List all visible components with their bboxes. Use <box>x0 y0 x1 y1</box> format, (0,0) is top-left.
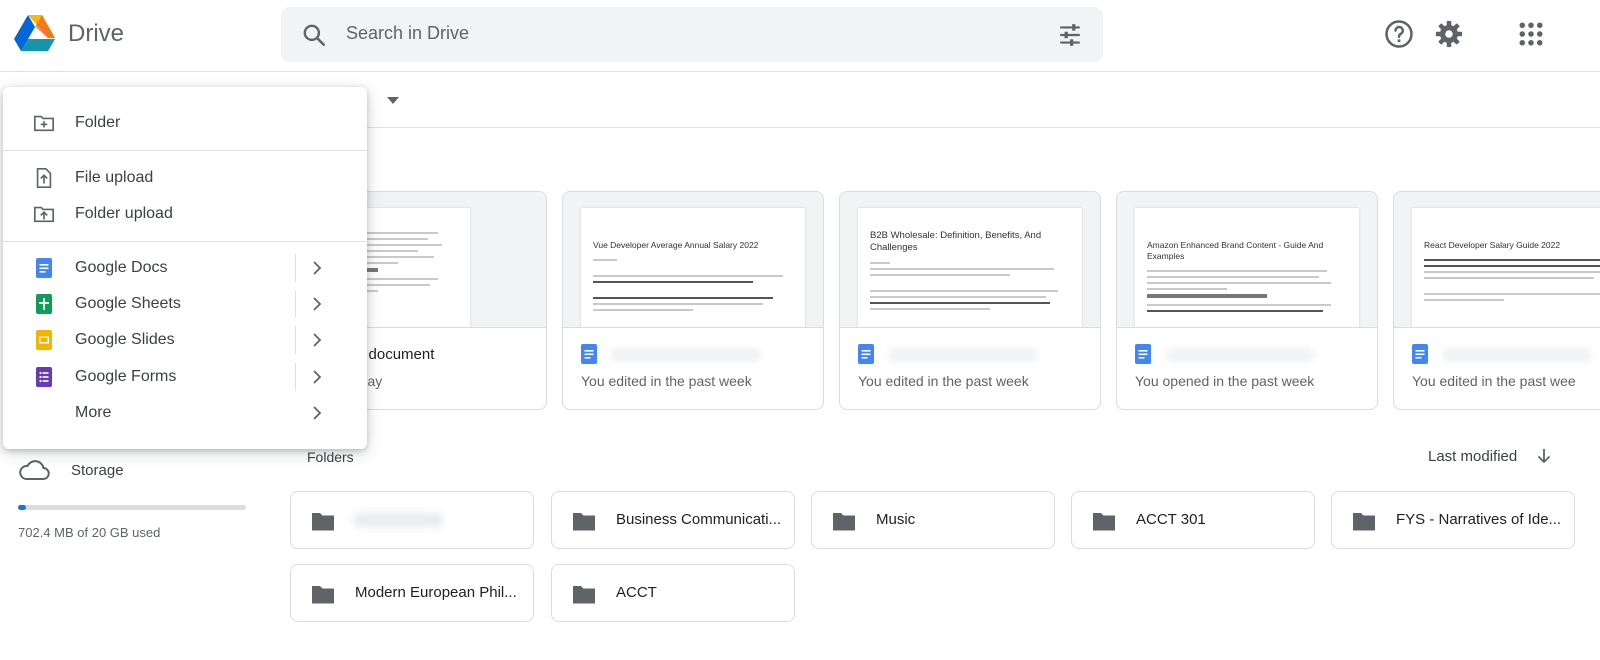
page-title-bar: e <box>290 72 1600 128</box>
google-drive-logo-icon[interactable] <box>14 14 56 54</box>
file-name-redacted <box>888 348 1038 362</box>
folders-section-label: Folders <box>307 449 354 465</box>
chevron-right-icon[interactable] <box>311 261 323 275</box>
menu-item-label: Folder upload <box>75 205 173 222</box>
folder-tile[interactable]: Modern European Phil... <box>290 564 534 622</box>
document-preview-title: React Developer Salary Guide 2022 <box>1424 240 1561 250</box>
file-name-redacted <box>611 348 761 362</box>
storage-usage-bar <box>18 505 246 510</box>
file-activity: You opened in the past week <box>1135 373 1315 389</box>
file-thumbnail: React Developer Salary Guide 2022 <box>1394 192 1600 328</box>
file-card[interactable]: Amazon Enhanced Brand Content - Guide An… <box>1116 191 1378 410</box>
file-thumbnail: Amazon Enhanced Brand Content - Guide An… <box>1117 192 1377 328</box>
storage-label[interactable]: Storage <box>71 462 124 479</box>
menu-item-separator <box>295 326 296 354</box>
menu-item-separator <box>295 363 296 391</box>
search-icon[interactable] <box>301 22 327 48</box>
document-preview-title: B2B Wholesale: Definition, Benefits, And… <box>870 230 1042 253</box>
menu-item-label: More <box>75 404 112 421</box>
folder-icon <box>573 586 595 604</box>
folder-icon <box>312 513 334 531</box>
menu-item-label: Folder <box>75 114 121 131</box>
sort-direction-arrow-icon[interactable] <box>1535 447 1553 465</box>
folder-icon <box>312 586 334 604</box>
document-preview-title: Amazon Enhanced Brand Content - Guide An… <box>1147 240 1324 261</box>
google-sheets-icon <box>36 294 52 314</box>
folder-tile[interactable]: FYS - Narratives of Ide... <box>1331 491 1575 549</box>
file-activity: You edited in the past week <box>858 373 1029 389</box>
document-preview-title: Vue Developer Average Annual Salary 2022 <box>593 240 759 250</box>
file-name-redacted <box>1165 348 1315 362</box>
menu-item-label: Google Slides <box>75 331 175 348</box>
chevron-right-icon[interactable] <box>311 333 323 347</box>
file-card[interactable]: B2B Wholesale: Definition, Benefits, And… <box>839 191 1101 410</box>
menu-item-label: File upload <box>75 169 154 186</box>
menu-item-separator <box>295 254 296 282</box>
folder-name: ACCT 301 <box>1136 511 1206 528</box>
menu-item-more[interactable]: More <box>3 395 367 431</box>
menu-item-separator <box>295 290 296 318</box>
menu-item-label: Google Forms <box>75 368 177 385</box>
google-docs-icon <box>1135 344 1151 364</box>
folder-icon <box>1093 513 1115 531</box>
new-item-menu: Folder File upload Folder upload Google … <box>3 87 367 449</box>
top-app-bar: Drive Search in Drive <box>0 0 1600 72</box>
file-activity: You edited in the past week <box>581 373 752 389</box>
folder-icon <box>1353 513 1375 531</box>
menu-item-folder[interactable]: Folder <box>3 105 367 141</box>
google-slides-icon <box>36 330 52 350</box>
chevron-right-icon[interactable] <box>311 370 323 384</box>
search-bar[interactable]: Search in Drive <box>281 7 1103 62</box>
folder-name-redacted <box>353 513 443 527</box>
storage-usage-text: 702.4 MB of 20 GB used <box>18 525 161 540</box>
file-upload-icon <box>36 168 52 188</box>
menu-item-folder-upload[interactable]: Folder upload <box>3 196 367 232</box>
help-icon[interactable] <box>1384 19 1414 49</box>
menu-divider <box>3 241 367 242</box>
menu-item-google-sheets[interactable]: Google Sheets <box>3 286 367 322</box>
folder-name: Modern European Phil... <box>355 584 517 601</box>
chevron-right-icon[interactable] <box>311 297 323 311</box>
file-name-redacted <box>1442 348 1592 362</box>
sort-button[interactable]: Last modified <box>1428 448 1517 465</box>
menu-item-google-forms[interactable]: Google Forms <box>3 359 367 395</box>
file-card[interactable]: Vue Developer Average Annual Salary 2022… <box>562 191 824 410</box>
folder-upload-icon <box>34 206 54 223</box>
menu-item-label: Google Docs <box>75 259 168 276</box>
chevron-down-icon[interactable] <box>386 95 400 105</box>
chevron-right-icon[interactable] <box>311 406 323 420</box>
folder-add-icon <box>34 115 54 132</box>
file-thumbnail: Vue Developer Average Annual Salary 2022 <box>563 192 823 328</box>
menu-item-label: Google Sheets <box>75 295 181 312</box>
google-docs-icon <box>858 344 874 364</box>
folder-name: FYS - Narratives of Ide... <box>1396 511 1562 528</box>
apps-grid-icon[interactable] <box>1516 19 1546 49</box>
menu-item-file-upload[interactable]: File upload <box>3 160 367 196</box>
folder-icon <box>833 513 855 531</box>
google-docs-icon <box>581 344 597 364</box>
file-activity: You edited in the past wee <box>1412 373 1576 389</box>
search-input[interactable]: Search in Drive <box>346 23 469 44</box>
settings-gear-icon[interactable] <box>1434 19 1464 49</box>
menu-divider <box>3 150 367 151</box>
file-thumbnail: B2B Wholesale: Definition, Benefits, And… <box>840 192 1100 328</box>
file-card[interactable]: React Developer Salary Guide 2022 You ed… <box>1393 191 1600 410</box>
folder-tile[interactable] <box>290 491 534 549</box>
menu-item-google-docs[interactable]: Google Docs <box>3 250 367 286</box>
folder-tile[interactable]: ACCT 301 <box>1071 491 1315 549</box>
folder-icon <box>573 513 595 531</box>
google-docs-icon <box>36 258 52 278</box>
folder-name: Music <box>876 511 916 528</box>
folder-name: ACCT <box>616 584 657 601</box>
folder-tile[interactable]: ACCT <box>551 564 795 622</box>
google-docs-icon <box>1412 344 1428 364</box>
menu-item-google-slides[interactable]: Google Slides <box>3 322 367 358</box>
google-forms-icon <box>36 367 52 387</box>
folder-tile[interactable]: Business Communicati... <box>551 491 795 549</box>
folder-tile[interactable]: Music <box>811 491 1055 549</box>
app-name[interactable]: Drive <box>68 20 124 48</box>
search-options-icon[interactable] <box>1057 22 1083 48</box>
cloud-icon <box>19 460 50 480</box>
folder-name: Business Communicati... <box>616 511 782 528</box>
